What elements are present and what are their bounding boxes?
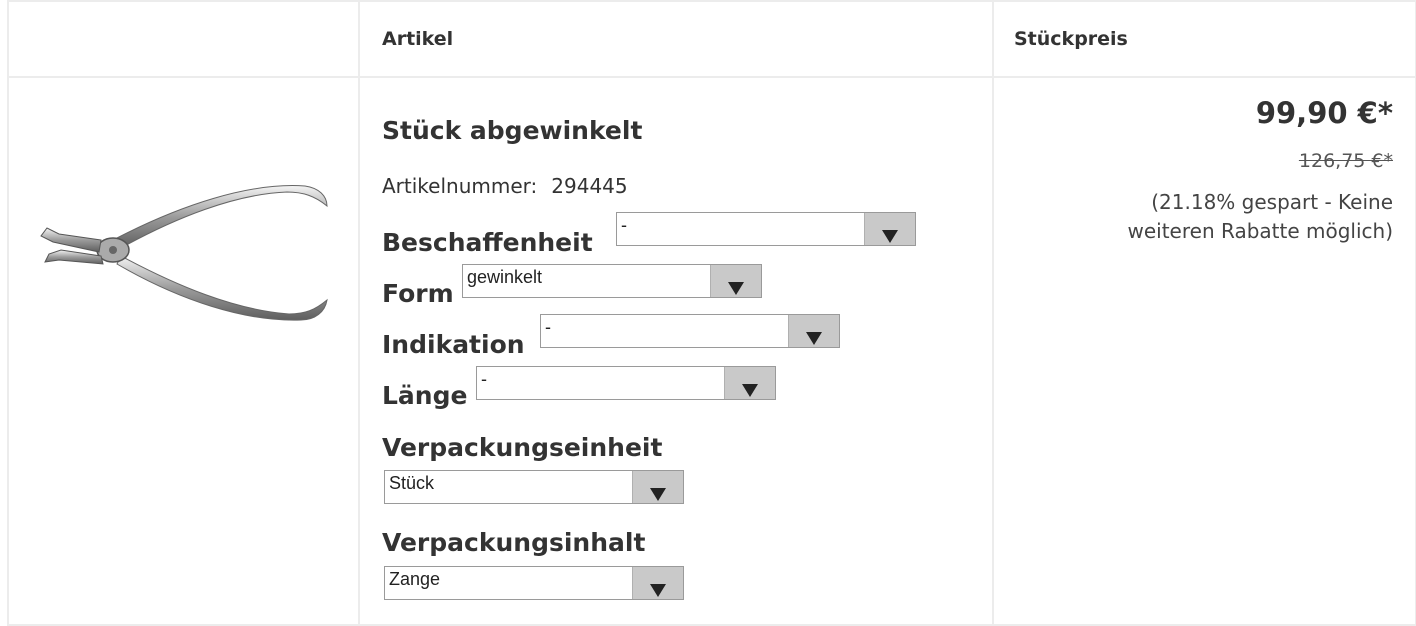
- select-indikation[interactable]: -: [540, 314, 840, 348]
- cart-table: Artikel Stückpreis Stück abgewinkelt Art…: [7, 0, 1416, 626]
- select-beschaffenheit[interactable]: -: [616, 212, 916, 246]
- dropdown-button[interactable]: [724, 367, 775, 399]
- product-name[interactable]: Stück abgewinkelt: [382, 116, 642, 145]
- option-label-form: Form: [382, 279, 454, 308]
- product-info-cell: Stück abgewinkelt Artikelnummer: 294445 B…: [358, 76, 994, 626]
- option-label-verpackungseinheit: Verpackungseinheit: [382, 433, 663, 462]
- product-price-cell: 99,90 €* 126,75 €* (21.18% gespart - Kei…: [992, 76, 1416, 626]
- option-label-beschaffenheit: Beschaffenheit: [382, 228, 593, 257]
- option-label-verpackungsinhalt: Verpackungsinhalt: [382, 528, 646, 557]
- select-value: -: [545, 317, 551, 337]
- header-image-column: [7, 0, 360, 78]
- table-row: Stück abgewinkelt Artikelnummer: 294445 B…: [7, 76, 1416, 626]
- chevron-down-icon: [650, 584, 666, 597]
- select-value: -: [621, 215, 627, 235]
- old-price: 126,75 €*: [1298, 150, 1393, 172]
- chevron-down-icon: [728, 282, 744, 295]
- table-header-row: Artikel Stückpreis: [7, 0, 1416, 78]
- select-value: Stück: [389, 473, 435, 493]
- chevron-down-icon: [882, 230, 898, 243]
- product-image-cell: [7, 76, 360, 626]
- select-verpackungsinhalt[interactable]: Zange: [384, 566, 684, 600]
- dropdown-button[interactable]: [632, 567, 683, 599]
- select-value: gewinkelt: [467, 267, 543, 287]
- saving-note: (21.18% gespart - Keine weiteren Rabatte…: [1127, 190, 1394, 243]
- dropdown-button[interactable]: [710, 265, 761, 297]
- option-label-laenge: Länge: [382, 381, 468, 410]
- dropdown-button[interactable]: [864, 213, 915, 245]
- header-unit-price-column: Stückpreis: [992, 0, 1416, 78]
- unit-price: 99,90 €*: [1255, 96, 1393, 130]
- select-form[interactable]: gewinkelt: [462, 264, 762, 298]
- chevron-down-icon: [806, 332, 822, 345]
- chevron-down-icon: [742, 384, 758, 397]
- article-number-value: 294445: [551, 174, 628, 198]
- header-article-column: Artikel: [358, 0, 994, 78]
- pliers-icon[interactable]: [9, 78, 358, 624]
- select-laenge[interactable]: -: [476, 366, 776, 400]
- select-value: -: [481, 369, 487, 389]
- option-label-indikation: Indikation: [382, 330, 525, 359]
- dropdown-button[interactable]: [788, 315, 839, 347]
- article-number-label: Artikelnummer:: [382, 174, 538, 198]
- article-number-row: Artikelnummer: 294445: [382, 174, 628, 198]
- dropdown-button[interactable]: [632, 471, 683, 503]
- select-verpackungseinheit[interactable]: Stück: [384, 470, 684, 504]
- select-value: Zange: [389, 569, 441, 589]
- chevron-down-icon: [650, 488, 666, 501]
